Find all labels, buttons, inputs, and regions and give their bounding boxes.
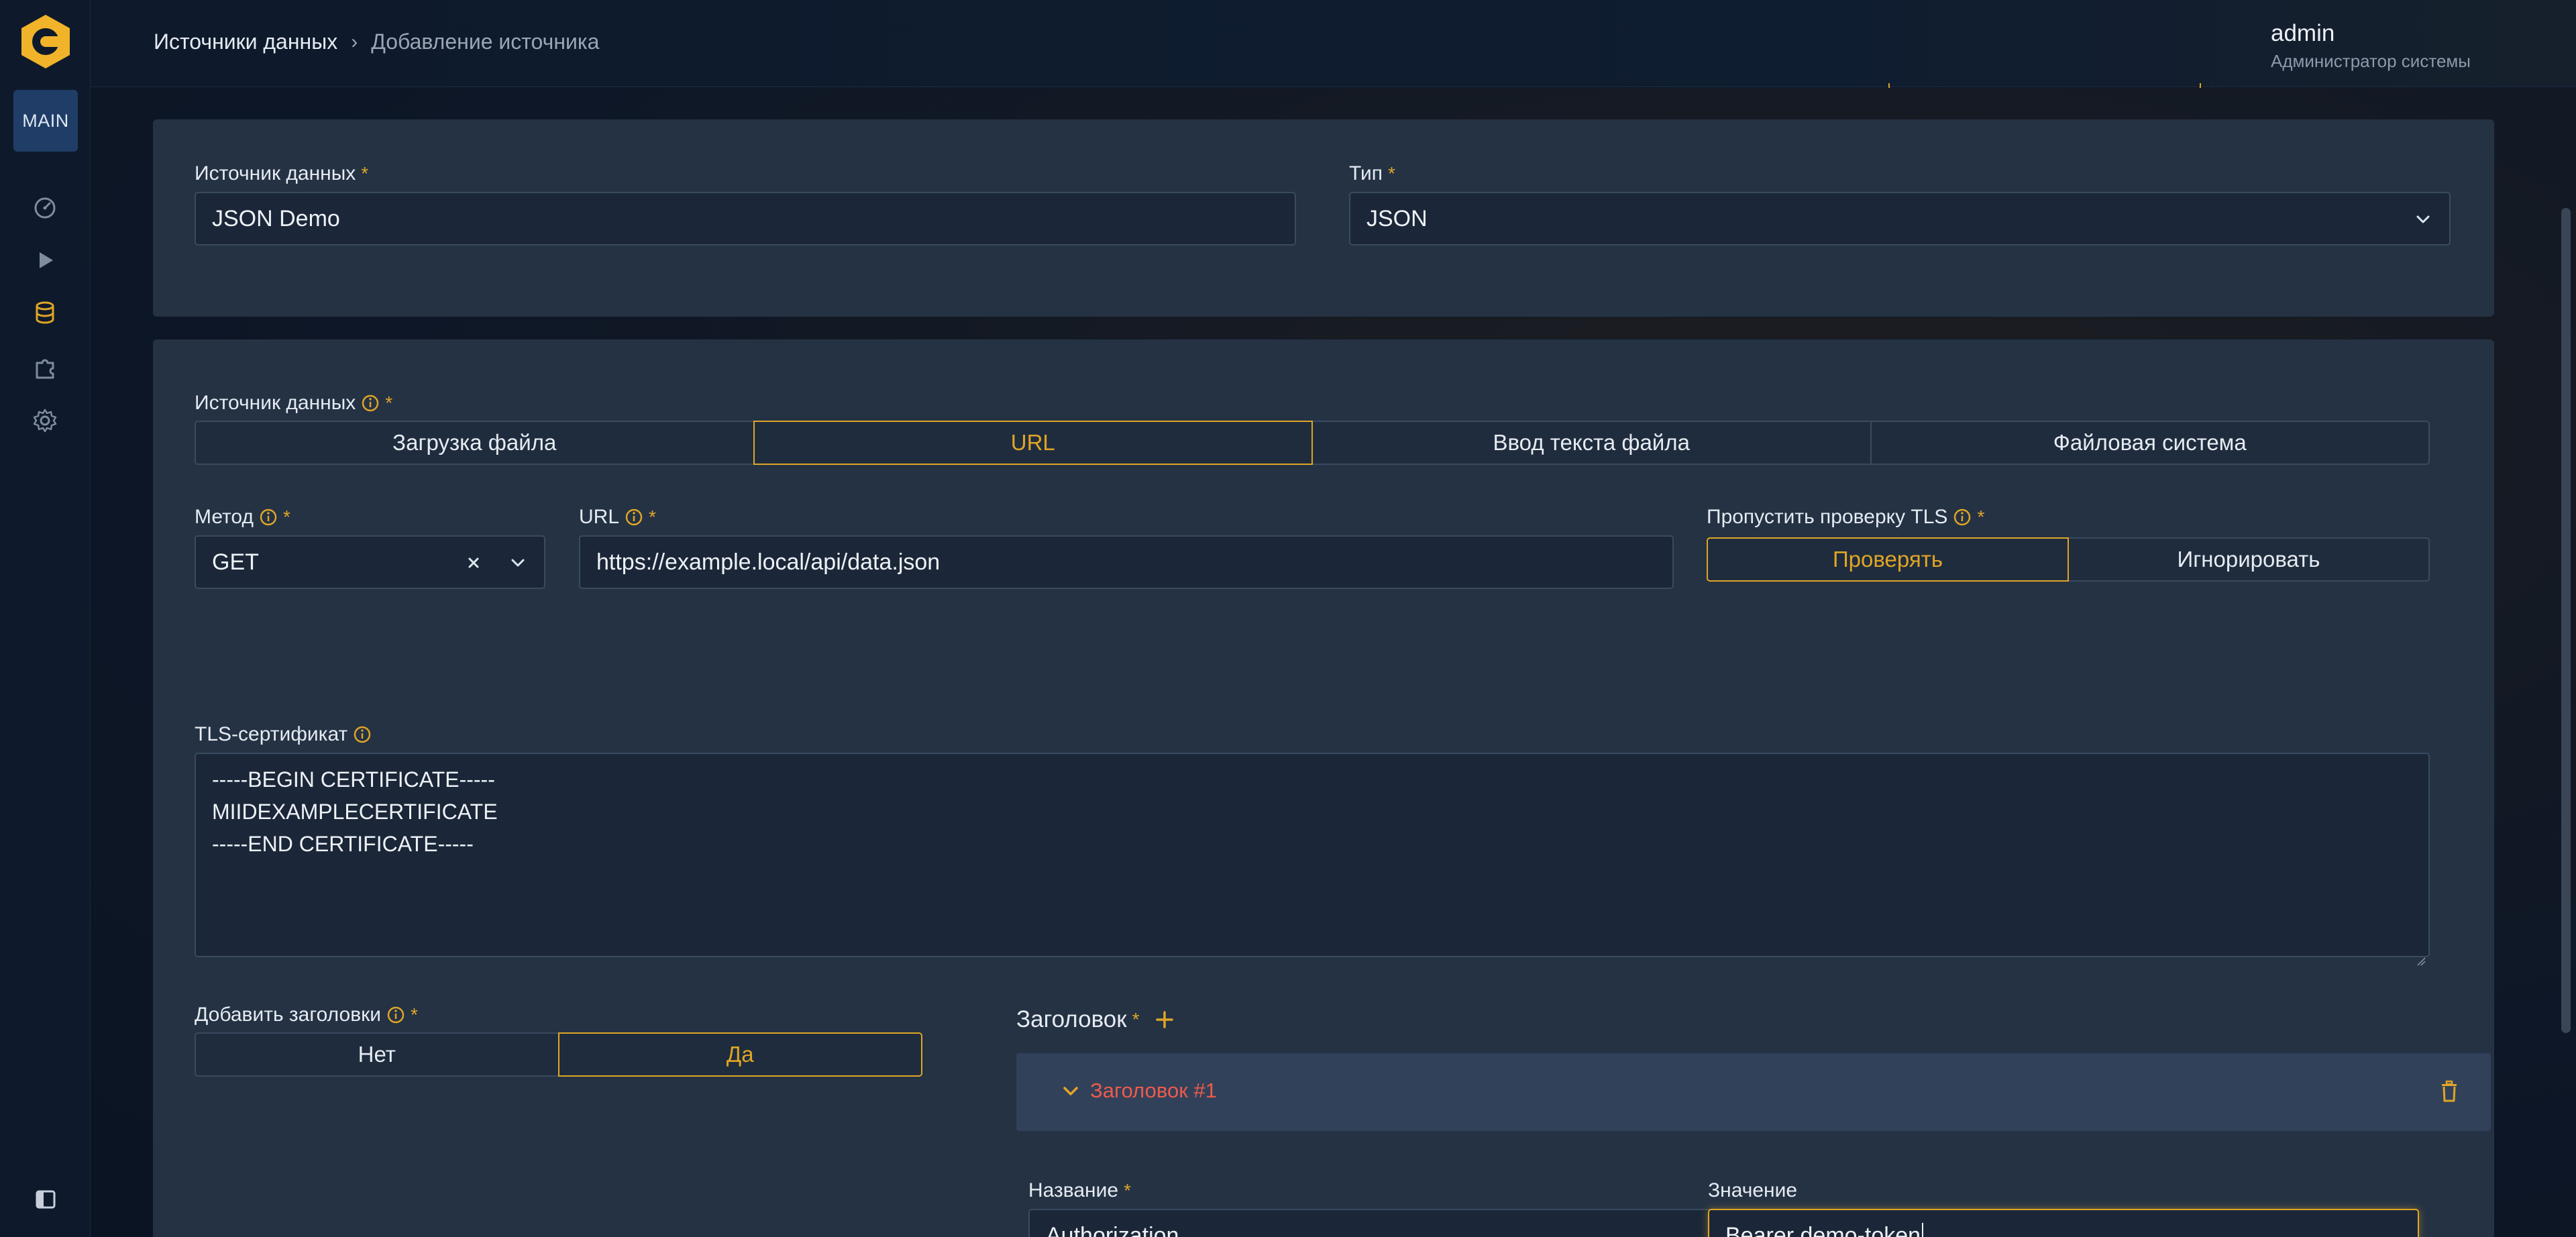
- method-label-text: Метод: [195, 506, 254, 528]
- source-name-label: Источник данных *: [195, 162, 368, 185]
- required-mark: *: [1132, 1009, 1140, 1030]
- user-role: Администратор системы: [2271, 51, 2471, 71]
- puzzle-icon[interactable]: [30, 352, 60, 382]
- chevron-down-icon[interactable]: [2573, 32, 2576, 55]
- required-mark: *: [1977, 506, 1985, 527]
- clear-icon[interactable]: [464, 553, 484, 573]
- type-label: Тип *: [1349, 162, 1395, 185]
- top-bar: Источники данных › Добавление источника …: [91, 0, 2576, 87]
- skip-tls-label: Пропустить проверку TLS *: [1707, 506, 1984, 529]
- source-mode-option-text[interactable]: Ввод текста файла: [1311, 421, 1872, 465]
- skip-tls-option-ignore[interactable]: Игнорировать: [2068, 537, 2430, 582]
- url-label-text: URL: [579, 506, 620, 528]
- source-name-input[interactable]: JSON Demo: [195, 192, 1296, 246]
- trash-icon[interactable]: [2438, 1080, 2460, 1103]
- text-caret: [1922, 1223, 1924, 1237]
- required-mark: *: [1124, 1180, 1131, 1201]
- method-select[interactable]: GET: [195, 535, 545, 589]
- add-headers-label: Добавить заголовки *: [195, 1004, 418, 1026]
- required-mark: *: [411, 1004, 418, 1025]
- scrollbar-thumb[interactable]: [2561, 208, 2571, 1033]
- info-icon[interactable]: [625, 508, 643, 527]
- source-name-label-text: Источник данных: [195, 162, 356, 184]
- source-mode-option-upload[interactable]: Загрузка файла: [195, 421, 755, 465]
- breadcrumb-root[interactable]: Источники данных: [154, 30, 337, 54]
- sidebar-collapse-icon[interactable]: [35, 1189, 56, 1210]
- dashboard-icon[interactable]: [30, 191, 60, 222]
- required-mark: *: [649, 506, 656, 527]
- url-label: URL *: [579, 506, 656, 529]
- add-headers-option-no[interactable]: Нет: [195, 1032, 559, 1077]
- play-icon[interactable]: [30, 245, 60, 276]
- chevron-down-icon[interactable]: [1061, 1081, 1081, 1101]
- header-item-title: Заголовок #1: [1090, 1079, 1217, 1102]
- resize-handle-icon[interactable]: [2415, 943, 2426, 966]
- app-logo-icon[interactable]: [17, 13, 74, 70]
- headers-title-text: Заголовок: [1016, 1006, 1127, 1032]
- main-content: Источник данных * JSON Demo Тип * JSON И…: [91, 88, 2576, 1237]
- method-label: Метод *: [195, 506, 290, 529]
- source-mode-option-url[interactable]: URL: [753, 421, 1313, 465]
- header-value-label: Значение: [1708, 1179, 1797, 1202]
- chevron-down-icon: [508, 553, 528, 573]
- header-value-value: Bearer demo-token: [1725, 1222, 1921, 1237]
- info-icon[interactable]: [353, 725, 372, 744]
- add-headers-option-yes[interactable]: Да: [557, 1032, 922, 1077]
- tls-cert-line: MIIDEXAMPLECERTIFICATE: [212, 800, 498, 824]
- required-mark: *: [385, 392, 393, 413]
- user-name: admin: [2271, 20, 2335, 46]
- method-value: GET: [212, 549, 259, 575]
- info-icon[interactable]: [1953, 508, 1972, 527]
- header-value-input[interactable]: Bearer demo-token: [1708, 1209, 2419, 1237]
- skip-tls-label-text: Пропустить проверку TLS: [1707, 506, 1948, 528]
- database-icon[interactable]: [30, 297, 60, 328]
- general-card: Источник данных * JSON Demo Тип * JSON: [153, 119, 2494, 317]
- skip-tls-option-verify[interactable]: Проверять: [1707, 537, 2069, 582]
- tls-cert-textarea[interactable]: -----BEGIN CERTIFICATE----- MIIDEXAMPLEC…: [195, 753, 2430, 966]
- breadcrumb-current: Добавление источника: [371, 30, 600, 54]
- tls-cert-line: -----END CERTIFICATE-----: [212, 832, 474, 856]
- source-mode-label: Источник данных *: [195, 392, 392, 415]
- header-name-input[interactable]: Authorization: [1028, 1209, 1739, 1237]
- headers-title: Заголовок *: [1016, 1006, 1175, 1033]
- url-value: https://example.local/api/data.json: [596, 549, 941, 575]
- tls-cert-label: TLS-сертификат: [195, 723, 372, 746]
- breadcrumb: Источники данных › Добавление источника: [154, 30, 599, 54]
- tls-cert-line: -----BEGIN CERTIFICATE-----: [212, 767, 495, 792]
- header-name-label-text: Название: [1028, 1179, 1119, 1201]
- info-icon[interactable]: [259, 508, 278, 527]
- url-input[interactable]: https://example.local/api/data.json: [579, 535, 1674, 589]
- header-item-accordion[interactable]: Заголовок #1: [1016, 1053, 2491, 1131]
- add-header-plus-icon[interactable]: [1154, 1009, 1175, 1030]
- breadcrumb-separator: ›: [351, 30, 358, 53]
- source-name-value: JSON Demo: [212, 205, 340, 231]
- required-mark: *: [282, 506, 290, 527]
- type-value: JSON: [1366, 205, 1428, 231]
- header-name-value: Authorization: [1046, 1222, 1179, 1237]
- add-headers-label-text: Добавить заголовки: [195, 1004, 382, 1026]
- info-icon[interactable]: [361, 394, 380, 413]
- tls-cert-label-text: TLS-сертификат: [195, 723, 348, 745]
- sidebar: MAIN: [0, 0, 91, 1237]
- add-headers-switch: Нет Да: [195, 1032, 922, 1077]
- user-menu[interactable]: admin Администратор системы: [2271, 20, 2471, 72]
- type-label-text: Тип: [1349, 162, 1383, 184]
- skip-tls-switch: Проверять Игнорировать: [1707, 537, 2430, 582]
- required-mark: *: [1388, 163, 1395, 184]
- source-mode-option-filesystem[interactable]: Файловая система: [1870, 421, 2430, 465]
- required-mark: *: [361, 163, 369, 184]
- type-select[interactable]: JSON: [1349, 192, 2451, 246]
- gear-icon[interactable]: [30, 405, 60, 436]
- info-icon[interactable]: [386, 1006, 405, 1024]
- source-mode-switch: Загрузка файла URL Ввод текста файла Фай…: [195, 421, 2430, 465]
- connection-card: Источник данных * Загрузка файла URL Вво…: [153, 339, 2494, 1237]
- chevron-down-icon: [2413, 209, 2433, 229]
- source-mode-label-text: Источник данных: [195, 392, 356, 414]
- workspace-badge[interactable]: MAIN: [13, 90, 78, 152]
- header-name-label: Название *: [1028, 1179, 1131, 1202]
- header-value-label-text: Значение: [1708, 1179, 1798, 1201]
